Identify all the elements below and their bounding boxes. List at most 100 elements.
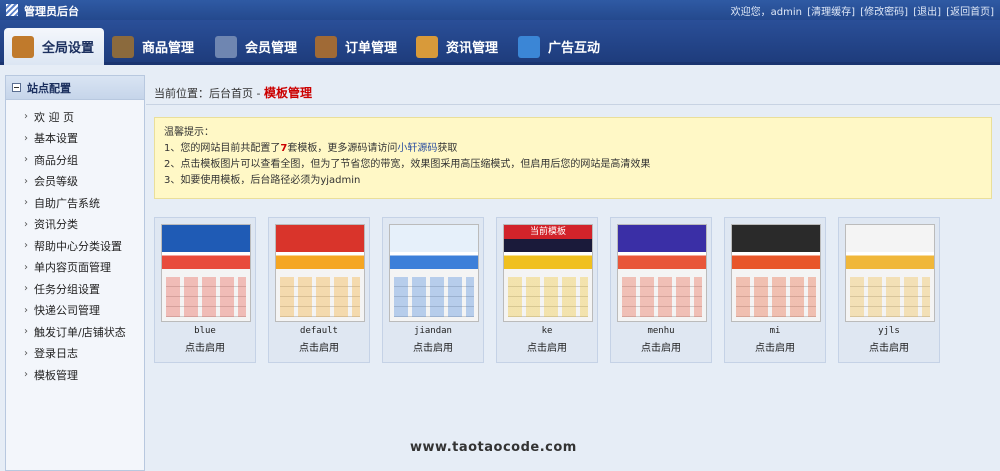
sidebar-item-basic-settings[interactable]: › 基本设置 xyxy=(6,128,144,150)
tips-line-3: 3、如要使用模板，后台路径必须为yjadmin xyxy=(164,175,361,186)
template-thumbnail[interactable] xyxy=(275,224,365,322)
sidebar-item-help-categories[interactable]: › 帮助中心分类设置 xyxy=(6,235,144,257)
thumbnail-content xyxy=(850,277,930,317)
enable-template-link[interactable]: 点击启用 xyxy=(269,339,369,354)
change-password-link[interactable]: [修改密码] xyxy=(860,7,908,18)
template-card: 当前模板 ke 点击启用 xyxy=(496,217,598,363)
sidebar-menu: › 欢 迎 页 › 基本设置 › 商品分组 › 会员等级 › 自助广告系统 › 资讯分类 ›… xyxy=(6,100,144,386)
template-name: mi xyxy=(769,326,781,336)
tips-box: 温馨提示： 1、您的网站目前共配置了7套模板，更多源码请访问小轩源码获取 2、点… xyxy=(154,117,992,199)
template-grid: blue 点击启用 default 点击启用 jiandan 点击启用 当前模板 ke 点击启用… xyxy=(154,213,992,363)
sidebar-item-couriers[interactable]: › 快递公司管理 xyxy=(6,300,144,322)
tab-label: 会员管理 xyxy=(245,41,298,56)
sidebar-item-templates[interactable]: › 模板管理 xyxy=(6,364,144,386)
news-icon xyxy=(416,35,438,58)
template-thumbnail[interactable] xyxy=(845,224,935,322)
tab-members[interactable]: 会员管理 xyxy=(215,28,297,65)
sidebar-item-ad-system[interactable]: › 自助广告系统 xyxy=(6,192,144,214)
thumbnail-content xyxy=(166,277,246,317)
sidebar-item-member-levels[interactable]: › 会员等级 xyxy=(6,171,144,193)
tab-label: 商品管理 xyxy=(142,41,195,56)
template-thumbnail[interactable] xyxy=(389,224,479,322)
template-thumbnail[interactable] xyxy=(617,224,707,322)
template-thumbnail[interactable]: 当前模板 xyxy=(503,224,593,322)
logout-link[interactable]: [退出] xyxy=(913,7,941,18)
tab-ads[interactable]: 广告互动 xyxy=(518,28,600,65)
sidebar-item-welcome[interactable]: › 欢 迎 页 xyxy=(6,106,144,128)
sidebar-item-label: 基本设置 xyxy=(34,132,78,146)
tips-line-1: 1、您的网站目前共配置了7套模板，更多源码请访问小轩源码获取 xyxy=(164,141,982,157)
sidebar-item-label: 登录日志 xyxy=(34,347,78,361)
tab-orders[interactable]: 订单管理 xyxy=(315,28,397,65)
sidebar-item-goods-groups[interactable]: › 商品分组 xyxy=(6,149,144,171)
template-name: yjls xyxy=(878,326,900,336)
breadcrumb: 当前位置：后台首页 - 模板管理 xyxy=(154,84,312,101)
enable-template-link[interactable]: 点击启用 xyxy=(611,339,711,354)
template-card: jiandan 点击启用 xyxy=(382,217,484,363)
thumbnail-content xyxy=(736,277,816,317)
sidebar-section-header[interactable]: 站点配置 xyxy=(6,76,144,100)
sidebar-item-single-pages[interactable]: › 单内容页面管理 xyxy=(6,257,144,279)
main-content: 当前位置：后台首页 - 模板管理 温馨提示： 1、您的网站目前共配置了7套模板，… xyxy=(146,75,1000,471)
sidebar-item-label: 自助广告系统 xyxy=(34,196,100,210)
enable-template-link[interactable]: 点击启用 xyxy=(725,339,825,354)
chevron-right-icon: › xyxy=(24,132,28,144)
admin-logo-icon xyxy=(6,4,18,16)
thumbnail-content xyxy=(280,277,360,317)
settings-icon xyxy=(12,35,34,58)
main-nav: 全局设置 商品管理 会员管理 订单管理 资讯管理 广告互动 xyxy=(0,20,1000,65)
tab-news[interactable]: 资讯管理 xyxy=(416,28,498,65)
welcome-text: 欢迎您，admin xyxy=(730,7,802,18)
sidebar-item-task-groups[interactable]: › 任务分组设置 xyxy=(6,278,144,300)
template-name: blue xyxy=(194,326,216,336)
orders-icon xyxy=(315,35,337,58)
sidebar-section-title: 站点配置 xyxy=(27,81,71,95)
enable-template-link[interactable]: 点击启用 xyxy=(497,339,597,354)
sidebar-item-label: 商品分组 xyxy=(34,153,78,167)
tips-text: 套模板，更多源码请访问 xyxy=(287,143,398,154)
template-name: menhu xyxy=(647,326,675,336)
tab-label: 广告互动 xyxy=(548,41,601,56)
tab-global-settings[interactable]: 全局设置 xyxy=(4,28,105,65)
sidebar-item-label: 会员等级 xyxy=(34,175,78,189)
template-name: ke xyxy=(541,326,553,336)
sidebar-item-label: 任务分组设置 xyxy=(34,282,100,296)
divider xyxy=(146,104,1000,105)
template-card: yjls 点击启用 xyxy=(838,217,940,363)
sidebar-item-news-categories[interactable]: › 资讯分类 xyxy=(6,214,144,236)
thumbnail-content xyxy=(394,277,474,317)
clear-cache-link[interactable]: [清理缓存] xyxy=(807,7,855,18)
chevron-right-icon: › xyxy=(24,283,28,295)
template-thumbnail[interactable] xyxy=(161,224,251,322)
enable-template-link[interactable]: 点击启用 xyxy=(155,339,255,354)
chevron-right-icon: › xyxy=(24,218,28,230)
sidebar-item-order-status[interactable]: › 触发订单/店铺状态 xyxy=(6,321,144,343)
current-template-badge: 当前模板 xyxy=(504,225,592,239)
collapse-icon[interactable] xyxy=(12,83,21,92)
tab-goods[interactable]: 商品管理 xyxy=(112,28,194,65)
ads-icon xyxy=(518,35,540,58)
chevron-right-icon: › xyxy=(24,326,28,338)
top-links: 欢迎您，admin [清理缓存] [修改密码] [退出] [返回首页] xyxy=(729,3,994,18)
chevron-right-icon: › xyxy=(24,261,28,273)
breadcrumb-current: 模板管理 xyxy=(263,86,312,100)
chevron-right-icon: › xyxy=(24,154,28,166)
chevron-right-icon: › xyxy=(24,111,28,123)
template-card: menhu 点击启用 xyxy=(610,217,712,363)
tips-text: 1、您的网站目前共配置了 xyxy=(164,143,281,154)
enable-template-link[interactable]: 点击启用 xyxy=(839,339,939,354)
top-bar: 管理员后台 欢迎您，admin [清理缓存] [修改密码] [退出] [返回首页… xyxy=(0,0,1000,20)
tab-label: 订单管理 xyxy=(345,41,398,56)
source-link[interactable]: 小轩源码 xyxy=(397,143,437,154)
sidebar-item-label: 欢 迎 页 xyxy=(34,110,74,124)
watermark-text: www.taotaocode.com xyxy=(410,440,577,455)
home-link[interactable]: [返回首页] xyxy=(946,7,994,18)
template-card: default 点击启用 xyxy=(268,217,370,363)
chevron-right-icon: › xyxy=(24,304,28,316)
template-thumbnail[interactable] xyxy=(731,224,821,322)
members-icon xyxy=(215,35,237,58)
sidebar-item-login-log[interactable]: › 登录日志 xyxy=(6,343,144,365)
tab-label: 全局设置 xyxy=(42,41,95,56)
breadcrumb-prefix: 当前位置：后台首页 - xyxy=(154,87,261,100)
enable-template-link[interactable]: 点击启用 xyxy=(383,339,483,354)
